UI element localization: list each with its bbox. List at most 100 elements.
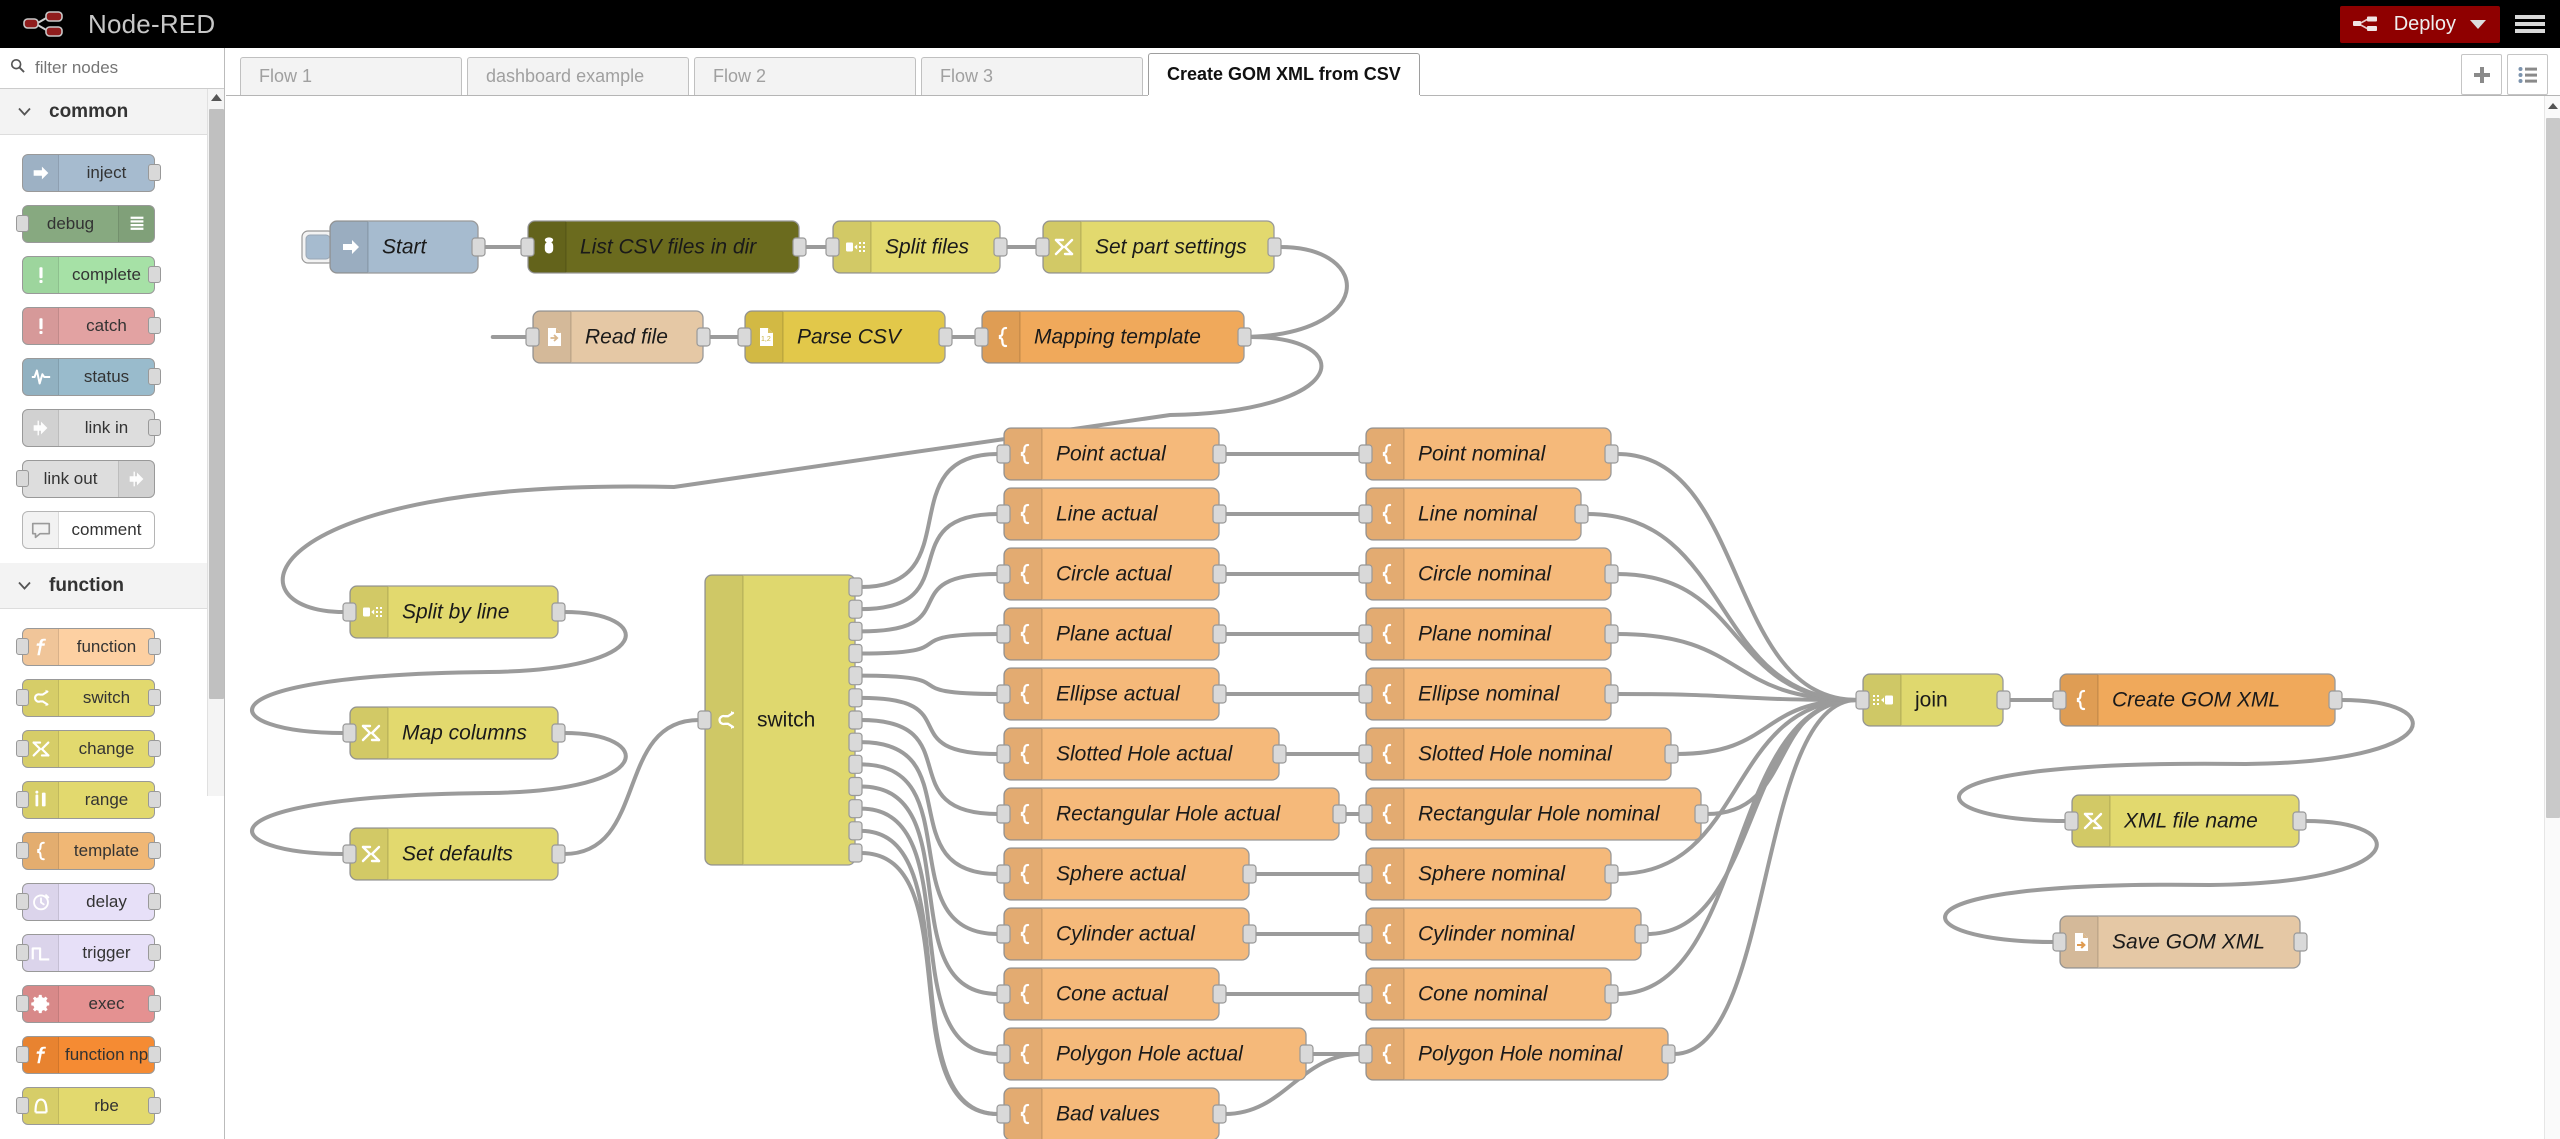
node-output-port[interactable] (1662, 1045, 1675, 1063)
palette-node-output-port[interactable] (148, 842, 161, 859)
chevron-down-icon[interactable] (2470, 20, 2486, 29)
node-output-port[interactable] (1605, 565, 1618, 583)
node-output-port[interactable] (1300, 1045, 1313, 1063)
palette-node-complete[interactable]: complete (22, 256, 155, 294)
node-input-port[interactable] (997, 745, 1010, 763)
palette-node-output-port[interactable] (148, 944, 161, 961)
flow-node-list-csv-files-in-dir[interactable]: List CSV files in dir (521, 221, 806, 273)
flow-node-split-files[interactable]: Split files (826, 221, 1007, 273)
node-input-port[interactable] (997, 505, 1010, 523)
flow-tab-create-gom-xml-from-csv[interactable]: Create GOM XML from CSV (1148, 53, 1420, 95)
palette-node-output-port[interactable] (148, 740, 161, 757)
node-output-port[interactable] (1605, 685, 1618, 703)
flow-node-slotted-hole-nominal[interactable]: Slotted Hole nominal (1359, 728, 1678, 780)
flow-node-set-defaults[interactable]: Set defaults (343, 828, 565, 880)
palette-scrollbar-thumb[interactable] (209, 109, 224, 699)
node-output-port[interactable] (1605, 445, 1618, 463)
node-input-port[interactable] (1359, 505, 1372, 523)
flow-node-bad-values[interactable]: Bad values (997, 1088, 1226, 1139)
palette-node-link-in[interactable]: link in (22, 409, 155, 447)
palette-node-input-port[interactable] (16, 893, 29, 910)
node-input-port[interactable] (1359, 985, 1372, 1003)
flow-node-rectangular-hole-nominal[interactable]: Rectangular Hole nominal (1359, 788, 1708, 840)
flow-node-circle-nominal[interactable]: Circle nominal (1359, 548, 1618, 600)
node-output-port-6[interactable] (849, 689, 862, 707)
node-input-port[interactable] (997, 565, 1010, 583)
palette-node-input-port[interactable] (16, 995, 29, 1012)
node-output-port[interactable] (552, 603, 565, 621)
flow-node-sphere-nominal[interactable]: Sphere nominal (1359, 848, 1618, 900)
node-output-port[interactable] (1695, 805, 1708, 823)
node-output-port[interactable] (1605, 985, 1618, 1003)
flow-node-parse-csv[interactable]: 1,2Parse CSV (738, 311, 952, 363)
palette-category-function[interactable]: function (0, 563, 224, 609)
node-input-port[interactable] (997, 925, 1010, 943)
flow-node-cylinder-actual[interactable]: Cylinder actual (997, 908, 1256, 960)
palette-node-output-port[interactable] (148, 266, 161, 283)
palette-node-rbe[interactable]: rbe (22, 1087, 155, 1125)
palette-node-function-npm[interactable]: function npm (22, 1036, 155, 1074)
node-output-port[interactable] (1243, 925, 1256, 943)
palette-node-status[interactable]: status (22, 358, 155, 396)
palette-node-function[interactable]: function (22, 628, 155, 666)
node-output-port[interactable] (1333, 805, 1346, 823)
flow-node-map-columns[interactable]: Map columns (343, 707, 565, 759)
node-output-port[interactable] (939, 328, 952, 346)
node-output-port-8[interactable] (849, 733, 862, 751)
node-output-port-1[interactable] (849, 578, 862, 596)
flow-node-polygon-hole-nominal[interactable]: Polygon Hole nominal (1359, 1028, 1675, 1080)
node-output-port[interactable] (1213, 685, 1226, 703)
node-output-port[interactable] (1213, 985, 1226, 1003)
flow-node-line-actual[interactable]: Line actual (997, 488, 1226, 540)
palette-node-output-port[interactable] (148, 317, 161, 334)
node-output-port[interactable] (2294, 933, 2307, 951)
palette-node-trigger[interactable]: trigger (22, 934, 155, 972)
flow-node-create-gom-xml[interactable]: Create GOM XML (2053, 674, 2342, 726)
node-output-port-2[interactable] (849, 600, 862, 618)
node-input-port[interactable] (826, 238, 839, 256)
node-input-port[interactable] (997, 1045, 1010, 1063)
node-output-port[interactable] (552, 845, 565, 863)
palette-scrollbar[interactable] (207, 89, 224, 796)
palette-node-input-port[interactable] (16, 215, 29, 232)
node-input-port[interactable] (997, 685, 1010, 703)
canvas-scrollbar[interactable] (2544, 96, 2560, 1139)
palette-node-output-port[interactable] (148, 638, 161, 655)
node-output-port[interactable] (1268, 238, 1281, 256)
palette-node-comment[interactable]: comment (22, 511, 155, 549)
flow-canvas[interactable]: StartList CSV files in dirSplit filesSet… (226, 96, 2560, 1139)
flow-tab-flow-3[interactable]: Flow 3 (921, 57, 1143, 95)
palette-node-output-port[interactable] (148, 689, 161, 706)
node-input-port[interactable] (343, 845, 356, 863)
node-output-port-5[interactable] (849, 667, 862, 685)
flow-node-line-nominal[interactable]: Line nominal (1359, 488, 1588, 540)
node-output-port[interactable] (1213, 1105, 1226, 1123)
node-output-port[interactable] (1605, 625, 1618, 643)
node-input-port[interactable] (1359, 865, 1372, 883)
node-output-port[interactable] (1575, 505, 1588, 523)
palette-node-output-port[interactable] (148, 419, 161, 436)
node-input-port[interactable] (521, 238, 534, 256)
flow-node-point-actual[interactable]: Point actual (997, 428, 1226, 480)
node-output-port-4[interactable] (849, 645, 862, 663)
node-output-port[interactable] (552, 724, 565, 742)
hamburger-menu-icon[interactable] (2500, 0, 2560, 48)
node-output-port-9[interactable] (849, 755, 862, 773)
flow-node-cylinder-nominal[interactable]: Cylinder nominal (1359, 908, 1648, 960)
node-input-port[interactable] (1359, 805, 1372, 823)
node-input-port[interactable] (343, 603, 356, 621)
node-input-port[interactable] (997, 985, 1010, 1003)
flow-node-ellipse-actual[interactable]: Ellipse actual (997, 668, 1226, 720)
node-output-port[interactable] (1273, 745, 1286, 763)
flow-tab-flow-2[interactable]: Flow 2 (694, 57, 916, 95)
palette-node-output-port[interactable] (148, 1046, 161, 1063)
flow-node-save-gom-xml[interactable]: Save GOM XML (2053, 916, 2307, 968)
flow-node-mapping-template[interactable]: Mapping template (975, 311, 1251, 363)
list-flows-button[interactable] (2507, 54, 2548, 95)
node-output-port[interactable] (472, 238, 485, 256)
node-output-port[interactable] (1665, 745, 1678, 763)
flow-node-circle-actual[interactable]: Circle actual (997, 548, 1226, 600)
palette-node-range[interactable]: range (22, 781, 155, 819)
flow-node-cone-actual[interactable]: Cone actual (997, 968, 1226, 1020)
caret-up-icon[interactable] (208, 89, 225, 106)
